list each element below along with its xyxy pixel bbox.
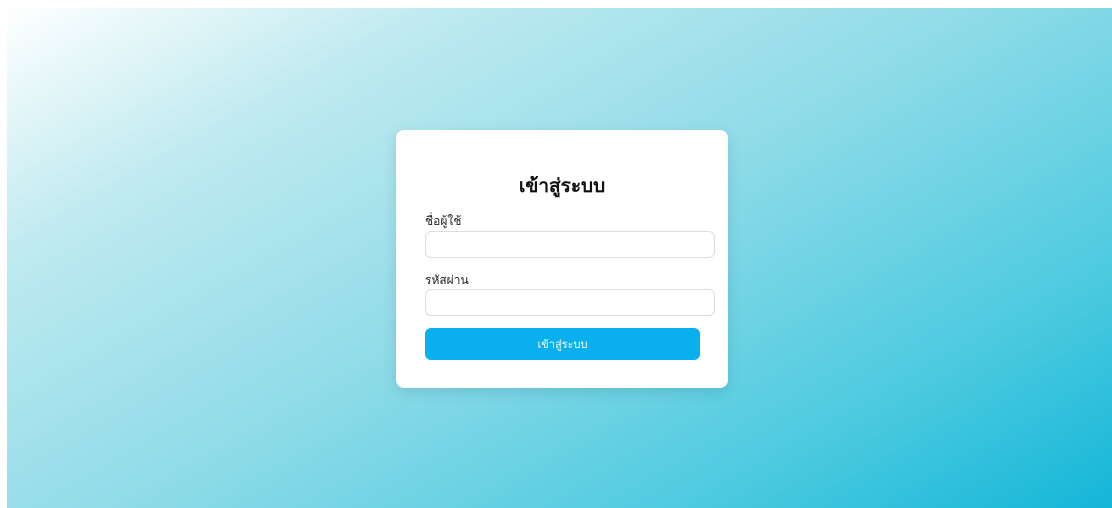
- password-label: รหัสผ่าน: [425, 273, 469, 287]
- login-title: เข้าสู่ระบบ: [518, 175, 606, 197]
- login-card: เข้าสู่ระบบ ชื่อผู้ใช้ รหัสผ่าน เข้าสู่ร…: [396, 130, 728, 388]
- login-button[interactable]: เข้าสู่ระบบ: [425, 328, 700, 360]
- username-label: ชื่อผู้ใช้: [425, 214, 462, 228]
- password-input[interactable]: [425, 289, 715, 316]
- page-background: เข้าสู่ระบบ ชื่อผู้ใช้ รหัสผ่าน เข้าสู่ร…: [7, 8, 1112, 508]
- username-input[interactable]: [425, 231, 715, 258]
